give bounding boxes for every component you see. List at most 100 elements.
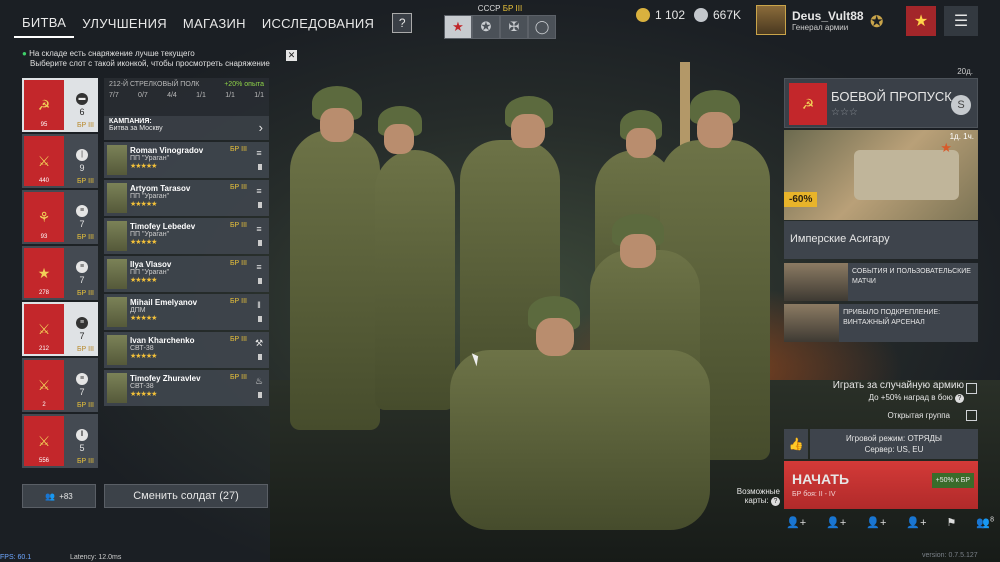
squads-overview-button[interactable]: 👥 +83 (22, 484, 96, 508)
squad-item[interactable]: ★ 278 ≡ 7 БР III (22, 246, 98, 300)
help-button[interactable]: ? (392, 13, 413, 33)
possible-maps[interactable]: Возможные карты: ? (730, 487, 780, 506)
soldier-br: БР III (229, 260, 247, 267)
promo-timer: 1д. 1ч. (949, 132, 974, 141)
list-icon: ≡ (76, 373, 88, 385)
list-icon: ≡ (76, 317, 88, 329)
flag-icon[interactable]: ⚑ (947, 516, 957, 529)
list-icon: ≡ (76, 261, 88, 273)
soldier-br: БР III (229, 374, 247, 381)
silver-coin-icon (694, 8, 708, 22)
list-icon: ≡ (256, 262, 262, 272)
party-members-icon[interactable]: 👥8 (976, 516, 994, 529)
soldier-br: БР III (229, 184, 247, 191)
tab-research[interactable]: ИССЛЕДОВАНИЯ (254, 10, 382, 37)
equipment-slot-icon[interactable] (258, 240, 262, 246)
equipment-notice: ● На складе есть снаряжение лучше текуще… (22, 49, 270, 68)
start-button[interactable]: НАЧАТЬ БР боя: II - IV +50% к БР (784, 461, 978, 509)
game-mode-panel[interactable]: 👍 Игровой режим: ОТРЯДЫ Сервер: US, EU (784, 429, 978, 459)
soldier-row[interactable]: Ilya Vlasov ПП "Ураган" ★★★★★ БР III ≡ (104, 256, 269, 292)
tab-battle[interactable]: БИТВА (14, 9, 75, 38)
soldier-portrait (107, 297, 127, 327)
squad-item[interactable]: ⚔ 440 | 9 БР III (22, 134, 98, 188)
equipment-slot-icon[interactable] (258, 354, 262, 360)
add-friend-icon[interactable]: 👤+ (786, 516, 806, 529)
soldier-row[interactable]: Artyom Tarasov ПП "Ураган" ★★★★★ БР III ≡ (104, 180, 269, 216)
squad-flag-icon: ⚔ 440 (24, 136, 64, 186)
help-icon[interactable]: ? (955, 394, 964, 403)
reward-note: До +50% наград в бою ? (760, 393, 964, 403)
soldier-stars: ★★★★★ (130, 391, 157, 398)
help-icon[interactable]: ? (771, 497, 780, 506)
change-soldiers-button[interactable]: Сменить солдат (27) (104, 484, 268, 508)
soldier-stars: ★★★★★ (130, 239, 157, 246)
add-friend-icon[interactable]: 👤+ (826, 516, 846, 529)
squad-flag-icon: ★ 278 (24, 248, 64, 298)
star-icon[interactable]: ★ (444, 15, 472, 39)
soldier-row[interactable]: Timofey Lebedev ПП "Ураган" ★★★★★ БР III ≡ (104, 218, 269, 254)
soldier-portrait (107, 335, 127, 365)
unit-panel: 212-Й СТРЕЛКОВЫЙ ПОЛК +20% опыта 7/7 0/7 4/… (104, 78, 269, 406)
equipment-slot-icon[interactable] (258, 392, 262, 398)
notice-dot-icon: ● (22, 49, 27, 58)
squad-flag-icon: ⚔ 2 (24, 360, 64, 410)
soldier-br: БР III (229, 222, 247, 229)
soldier-weapon: СВТ-38 (130, 383, 154, 390)
star-menu-button[interactable]: ★ (906, 6, 936, 36)
soldier-row[interactable]: Timofey Zhuravlev СВТ-38 ★★★★★ БР III ♨ (104, 370, 269, 406)
equipment-slot-icon[interactable] (258, 164, 262, 170)
thumbs-up-icon[interactable]: 👍 (784, 429, 808, 459)
squad-item[interactable]: ⚘ 93 ≡ 7 БР III (22, 190, 98, 244)
soldier-row[interactable]: Roman Vinogradov ПП "Ураган" ★★★★★ БР III ≡ (104, 142, 269, 178)
circle-icon[interactable]: ◯ (528, 15, 556, 39)
news-image (784, 263, 849, 301)
allies-icon[interactable]: ✪ (472, 15, 500, 39)
random-army-label: Играть за случайную армию (832, 380, 964, 391)
add-friend-icon[interactable]: 👤+ (906, 516, 926, 529)
soldier-stars: ★★★★★ (130, 353, 157, 360)
squad-item[interactable]: ⚔ 556 ‖ 5 БР III (22, 414, 98, 468)
squad-item[interactable]: ⚔ 212 ≡ 7 БР III (22, 302, 98, 356)
soldier-row[interactable]: Mihail Emelyanov ДПМ ★★★★★ БР III ‖ (104, 294, 269, 330)
random-army-checkbox[interactable] (966, 383, 977, 394)
tab-shop[interactable]: МАГАЗИН (175, 10, 254, 37)
campaign-selector[interactable]: КАМПАНИЯ: Битва за Москву › (104, 116, 269, 140)
xp-bonus-badge: +50% к БР (931, 473, 974, 488)
party-actions: 👤+ 👤+ 👤+ 👤+ ⚑ 👥8 (786, 516, 994, 529)
rifle-icon: | (76, 149, 88, 161)
soldier-br: БР III (229, 298, 247, 305)
group-icon: 👥 (45, 491, 56, 501)
battle-pass-panel[interactable]: ☭ БОЕВОЙ ПРОПУСК ☆☆☆ S 20д. (784, 67, 978, 128)
profile[interactable]: Deus_Vult88 Генерал армии (756, 5, 864, 35)
list-icon: ≡ (76, 205, 88, 217)
close-icon[interactable]: ✕ (286, 50, 297, 61)
soldier-weapon: ПП "Ураган" (130, 193, 170, 200)
hamburger-menu-icon[interactable]: ☰ (944, 6, 978, 36)
squad-item[interactable]: ☭ 95 ▬ 6 БР III (22, 78, 98, 132)
news-image (784, 304, 840, 342)
avatar[interactable] (756, 5, 786, 35)
news-item[interactable]: ПРИБЫЛО ПОДКРЕПЛЕНИЕ: ВИНТАЖНЫЙ АРСЕНАЛ (784, 304, 978, 342)
equipment-slot-icon[interactable] (258, 202, 262, 208)
soldier-name: Artyom Tarasov (130, 184, 191, 193)
squad-list: ☭ 95 ▬ 6 БР III ⚔ 440 | 9 БР III ⚘ 93 ≡ 7 БР I… (22, 78, 98, 470)
soldier-portrait (107, 221, 127, 251)
discount-badge: -60% (784, 192, 818, 207)
tab-upgrades[interactable]: УЛУЧШЕНИЯ (74, 10, 175, 37)
promo-title[interactable]: Имперские Асигару (784, 221, 978, 259)
latency-counter: Latency: 12.0ms (70, 554, 122, 561)
squad-item[interactable]: ⚔ 2 ≡ 7 БР III (22, 358, 98, 412)
news-item[interactable]: СОБЫТИЯ И ПОЛЬЗОВАТЕЛЬСКИЕ МАТЧИ (784, 263, 978, 301)
soldier-weapon: СВТ-38 (130, 345, 154, 352)
soldier-row[interactable]: Ivan Kharchenko СВТ-38 ★★★★★ БР III ⚒ (104, 332, 269, 368)
add-friend-icon[interactable]: 👤+ (866, 516, 886, 529)
equipment-slot-icon[interactable] (258, 278, 262, 284)
list-icon: ≡ (256, 186, 262, 196)
soldier-name: Roman Vinogradov (130, 146, 204, 155)
open-group-checkbox[interactable] (966, 410, 977, 421)
soldier-br: БР III (229, 146, 247, 153)
equipment-slot-icon[interactable] (258, 316, 262, 322)
promo-banner[interactable]: -60% 1д. 1ч. ★ (784, 130, 978, 220)
season-coin-icon: S (951, 95, 971, 115)
cross-icon[interactable]: ✠ (500, 15, 528, 39)
